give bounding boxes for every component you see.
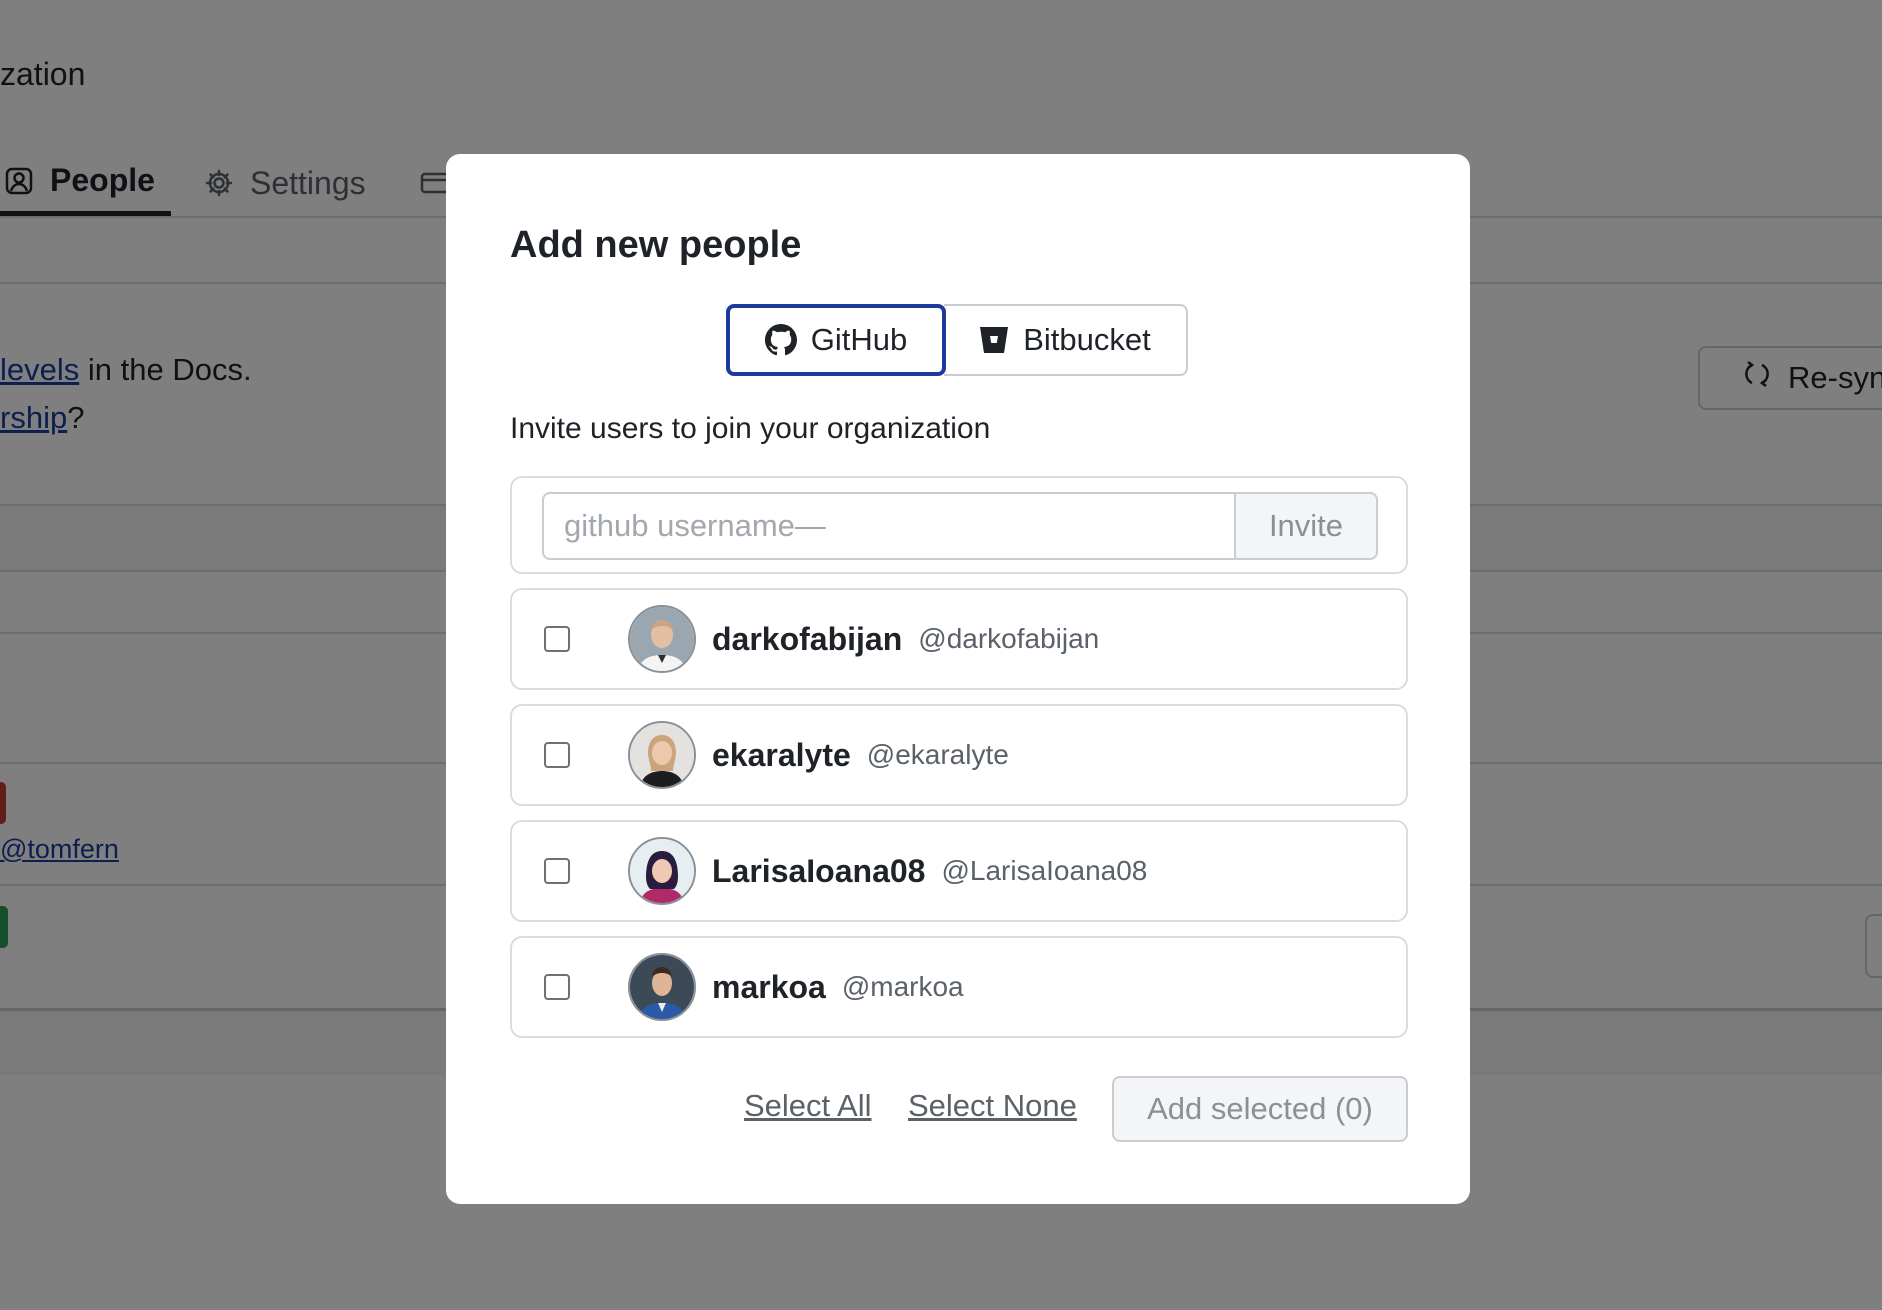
list-item[interactable]: LarisaIoana08 @LarisaIoana08	[510, 820, 1408, 922]
user-checkbox[interactable]	[544, 974, 570, 1000]
avatar	[628, 605, 696, 673]
github-tab[interactable]: GitHub	[726, 304, 946, 376]
list-item[interactable]: markoa @markoa	[510, 936, 1408, 1038]
user-name: darkofabijan	[712, 620, 903, 657]
bitbucket-tab[interactable]: Bitbucket	[944, 304, 1188, 376]
list-item[interactable]: ekaralyte @ekaralyte	[510, 704, 1408, 806]
github-icon	[764, 324, 797, 356]
user-checkbox[interactable]	[544, 626, 570, 652]
select-none-link[interactable]: Select None	[908, 1088, 1077, 1124]
github-tab-label: GitHub	[810, 322, 908, 357]
invite-label: Invite users to join your organization	[510, 412, 991, 445]
list-item[interactable]: darkofabijan @darkofabijan	[510, 588, 1408, 690]
bitbucket-tab-label: Bitbucket	[1023, 322, 1151, 357]
add-people-modal: Add new people GitHub Bitbucket Invite u…	[446, 154, 1470, 1204]
user-list: darkofabijan @darkofabijan ekaralyte @ek…	[510, 588, 1408, 1052]
user-name: ekaralyte	[712, 736, 851, 773]
provider-toggle: GitHub Bitbucket	[726, 304, 1188, 376]
user-checkbox[interactable]	[544, 858, 570, 884]
user-handle: @ekaralyte	[866, 739, 1009, 770]
github-username-input[interactable]	[542, 492, 1236, 560]
user-name: markoa	[712, 968, 826, 1005]
modal-title: Add new people	[510, 224, 802, 266]
select-all-link[interactable]: Select All	[744, 1088, 872, 1124]
add-selected-button[interactable]: Add selected (0)	[1112, 1076, 1408, 1142]
bitbucket-icon	[979, 325, 1009, 355]
user-handle: @markoa	[841, 971, 964, 1002]
avatar	[628, 953, 696, 1021]
invite-form: Invite	[510, 476, 1408, 574]
user-checkbox[interactable]	[544, 742, 570, 768]
avatar	[628, 721, 696, 789]
avatar	[628, 837, 696, 905]
invite-button[interactable]: Invite	[1234, 492, 1378, 560]
user-handle: @LarisaIoana08	[941, 855, 1148, 886]
user-handle: @darkofabijan	[918, 623, 1100, 654]
modal-footer: Select All Select None Add selected (0)	[446, 1076, 1470, 1142]
user-name: LarisaIoana08	[712, 852, 926, 889]
